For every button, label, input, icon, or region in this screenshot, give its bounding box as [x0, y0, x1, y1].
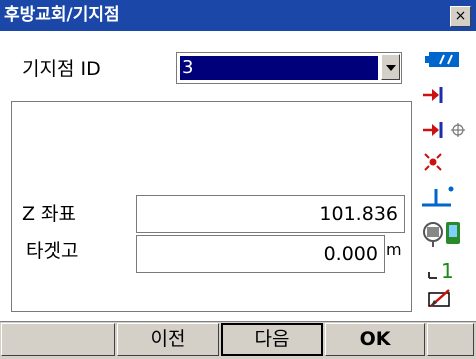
ok-button[interactable]: OK: [325, 323, 425, 356]
edm-mode-icon: 1: [428, 259, 454, 282]
instrument-icon: [423, 222, 460, 247]
next-button[interactable]: 다음: [221, 323, 323, 356]
target-arrow-icon: [423, 87, 443, 103]
base-point-id-value: 3: [180, 56, 378, 80]
svg-text:1: 1: [441, 259, 454, 282]
target-height-unit: m: [386, 240, 402, 259]
f5-blank-button[interactable]: [427, 323, 474, 356]
input-mode-icon: [428, 289, 450, 307]
dropdown-arrow-button[interactable]: [381, 54, 400, 80]
target-height-input[interactable]: 0.000: [136, 235, 385, 273]
status-icon-column: 1: [417, 31, 476, 321]
base-point-id-label: 기지점 ID: [22, 58, 101, 80]
base-point-id-select[interactable]: 3: [176, 52, 402, 84]
chevron-down-icon: [386, 65, 396, 71]
laser-pointer-icon: [424, 153, 442, 171]
prev-button[interactable]: 이전: [117, 323, 219, 356]
title-bar: 후방교회/기지점 ×: [0, 0, 476, 31]
z-coordinate-field[interactable]: 101.836: [136, 195, 405, 233]
target-arrow-crosshair-icon: [423, 122, 465, 138]
target-height-label: 타겟고: [26, 240, 79, 262]
window-title: 후방교회/기지점: [4, 5, 120, 25]
close-button[interactable]: ×: [450, 6, 471, 27]
battery-icon: [425, 52, 459, 67]
f1-blank-button[interactable]: [1, 323, 115, 356]
tilt-level-icon: [422, 186, 454, 207]
z-coordinate-label: Z 좌표: [22, 203, 77, 225]
function-bar: 이전 다음 OK: [0, 321, 476, 359]
